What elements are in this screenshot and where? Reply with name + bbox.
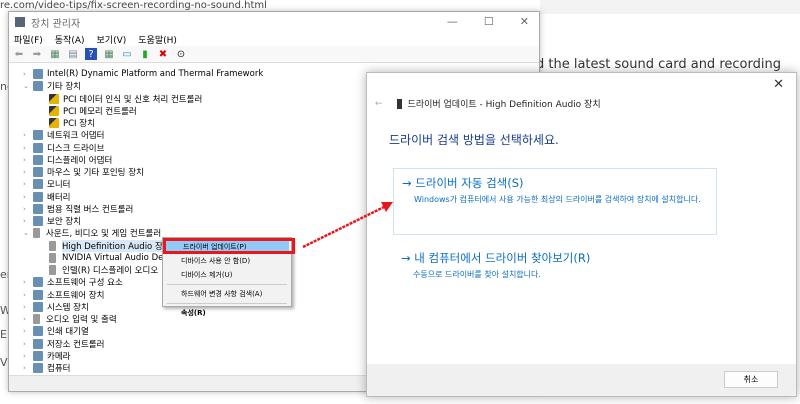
arrow-line <box>302 204 387 249</box>
browser-url: re.com/video-tips/fix-screen-recording-n… <box>0 0 267 11</box>
annotation-arrow <box>302 202 393 249</box>
